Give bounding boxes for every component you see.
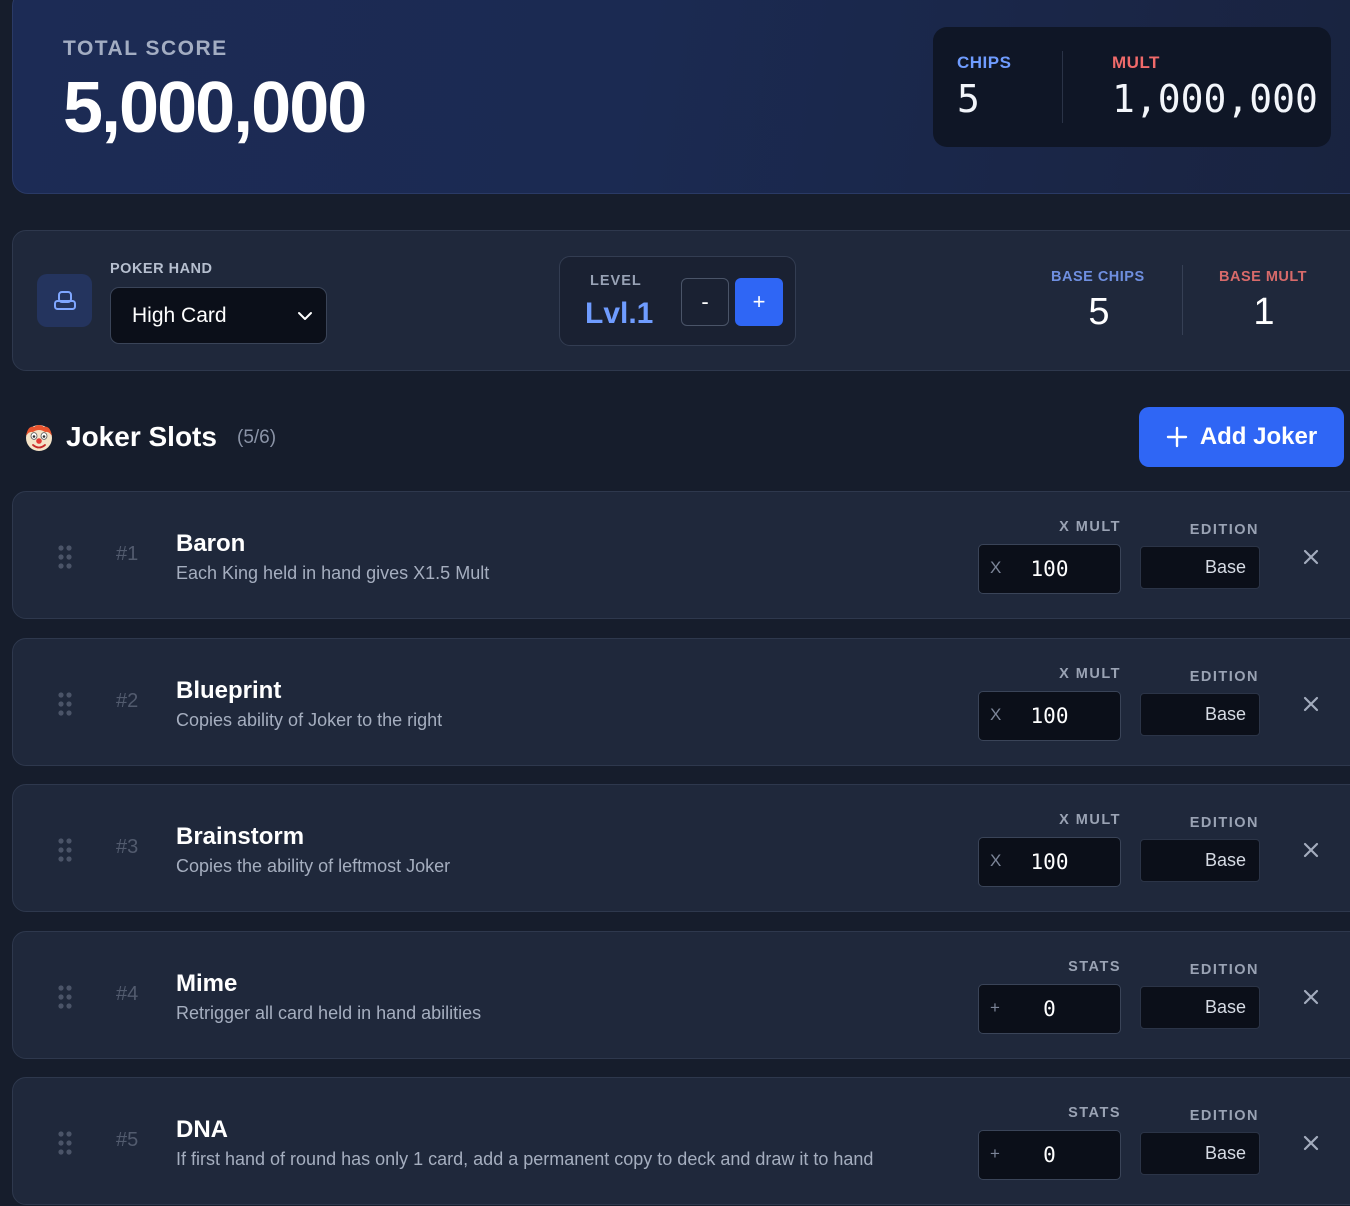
joker-description: Retrigger all card held in hand abilitie… <box>176 1003 482 1023</box>
joker-edition-label: EDITION <box>1189 669 1259 685</box>
drag-handle-icon[interactable] <box>57 837 73 863</box>
poker-hand-panel: POKER HAND High Card LEVEL Lvl.1 - + BAS… <box>12 230 1350 371</box>
level-increase-button[interactable]: + <box>735 278 783 326</box>
base-chips-value: 5 <box>1088 291 1110 333</box>
joker-stat-label: X MULT <box>1059 812 1121 828</box>
base-mult-label: BASE MULT <box>1219 269 1308 285</box>
mult-value: 1,000,000 <box>1112 77 1318 121</box>
joker-number: #5 <box>116 1129 139 1151</box>
joker-edition-value: Base <box>1204 704 1246 724</box>
joker-stat-label: X MULT <box>1059 519 1121 535</box>
level-decrease-button[interactable]: - <box>681 278 729 326</box>
joker-card-3[interactable]: #3 Brainstorm Copies the ability of left… <box>12 784 1350 912</box>
clown-face-icon <box>26 425 52 451</box>
joker-stat-value: 0 <box>1043 1143 1056 1167</box>
joker-number: #1 <box>116 543 139 565</box>
joker-edition-value: Base <box>1204 997 1246 1017</box>
joker-description: Copies ability of Joker to the right <box>176 710 443 730</box>
joker-edition-select[interactable]: Base <box>1140 1132 1260 1175</box>
joker-edition-select[interactable]: Base <box>1140 839 1260 882</box>
joker-stat-input[interactable]: + 0 <box>978 984 1121 1034</box>
chips-mult-box: CHIPS 5 MULT 1,000,000 <box>933 27 1331 147</box>
hand-cards-icon <box>37 274 92 327</box>
joker-stat-label: X MULT <box>1059 666 1121 682</box>
drag-handle-icon[interactable] <box>57 544 73 570</box>
joker-stat-label: STATS <box>1068 959 1121 975</box>
joker-number: #3 <box>116 836 139 858</box>
joker-slots-title: Joker Slots <box>66 421 217 452</box>
level-box: LEVEL Lvl.1 - + <box>559 256 796 346</box>
joker-stat-value: 100 <box>1030 557 1069 581</box>
add-joker-label: Add Joker <box>1199 423 1318 450</box>
joker-description: If first hand of round has only 1 card, … <box>176 1149 874 1169</box>
joker-stat-prefix: X <box>990 558 1002 577</box>
joker-name: Brainstorm <box>176 823 305 850</box>
close-icon[interactable] <box>1301 547 1321 567</box>
joker-name: Mime <box>176 970 238 997</box>
joker-name: Blueprint <box>176 677 282 704</box>
joker-card-5[interactable]: #5 DNA If first hand of round has only 1… <box>12 1077 1350 1205</box>
joker-stat-prefix: + <box>990 998 1000 1017</box>
base-mult-value: 1 <box>1253 291 1275 333</box>
joker-stat-prefix: + <box>990 1144 1000 1163</box>
joker-edition-value: Base <box>1204 1143 1246 1163</box>
divider <box>1182 265 1183 335</box>
joker-edition-select[interactable]: Base <box>1140 986 1260 1029</box>
total-score-value: 5,000,000 <box>63 68 367 148</box>
joker-edition-label: EDITION <box>1189 522 1259 538</box>
joker-card-1[interactable]: #1 Baron Each King held in hand gives X1… <box>12 491 1350 619</box>
joker-card-4[interactable]: #4 Mime Retrigger all card held in hand … <box>12 931 1350 1059</box>
chips-value: 5 <box>957 77 980 121</box>
close-icon[interactable] <box>1301 1133 1321 1153</box>
joker-edition-value: Base <box>1204 850 1246 870</box>
close-icon[interactable] <box>1301 987 1321 1007</box>
joker-name: Baron <box>176 530 246 557</box>
level-label: LEVEL <box>590 273 642 289</box>
joker-stat-input[interactable]: + 0 <box>978 1130 1121 1180</box>
drag-handle-icon[interactable] <box>57 984 73 1010</box>
level-value: Lvl.1 <box>585 297 654 330</box>
joker-number: #2 <box>116 690 139 712</box>
chevron-down-icon <box>298 312 312 320</box>
joker-stat-value: 100 <box>1030 850 1069 874</box>
joker-name: DNA <box>176 1116 228 1143</box>
joker-edition-label: EDITION <box>1189 1108 1259 1124</box>
joker-stat-value: 100 <box>1030 704 1069 728</box>
poker-hand-value: High Card <box>132 303 227 327</box>
joker-card-2[interactable]: #2 Blueprint Copies ability of Joker to … <box>12 638 1350 766</box>
joker-edition-select[interactable]: Base <box>1140 546 1260 589</box>
chips-label: CHIPS <box>957 53 1012 72</box>
total-score-label: TOTAL SCORE <box>63 37 228 60</box>
poker-hand-label: POKER HAND <box>110 261 213 277</box>
joker-stat-input[interactable]: X 100 <box>978 544 1121 594</box>
plus-icon <box>1166 426 1188 448</box>
divider <box>1062 51 1063 123</box>
mult-label: MULT <box>1112 53 1160 72</box>
joker-slots-count: (5/6) <box>237 427 277 448</box>
joker-stat-prefix: X <box>990 851 1002 870</box>
joker-number: #4 <box>116 983 139 1005</box>
joker-edition-label: EDITION <box>1189 962 1259 978</box>
add-joker-button[interactable]: Add Joker <box>1139 407 1344 467</box>
base-chips-label: BASE CHIPS <box>1051 269 1145 285</box>
joker-edition-label: EDITION <box>1189 815 1259 831</box>
close-icon[interactable] <box>1301 840 1321 860</box>
joker-description: Copies the ability of leftmost Joker <box>176 856 451 876</box>
drag-handle-icon[interactable] <box>57 691 73 717</box>
joker-stat-label: STATS <box>1068 1105 1121 1121</box>
close-icon[interactable] <box>1301 694 1321 714</box>
joker-edition-select[interactable]: Base <box>1140 693 1260 736</box>
joker-stat-value: 0 <box>1043 997 1056 1021</box>
joker-stat-prefix: X <box>990 705 1002 724</box>
joker-stat-input[interactable]: X 100 <box>978 837 1121 887</box>
joker-edition-value: Base <box>1204 557 1246 577</box>
joker-stat-input[interactable]: X 100 <box>978 691 1121 741</box>
joker-description: Each King held in hand gives X1.5 Mult <box>176 563 490 583</box>
drag-handle-icon[interactable] <box>57 1130 73 1156</box>
score-panel: TOTAL SCORE 5,000,000 CHIPS 5 MULT 1,000… <box>12 0 1350 194</box>
poker-hand-select[interactable]: High Card <box>110 287 327 344</box>
